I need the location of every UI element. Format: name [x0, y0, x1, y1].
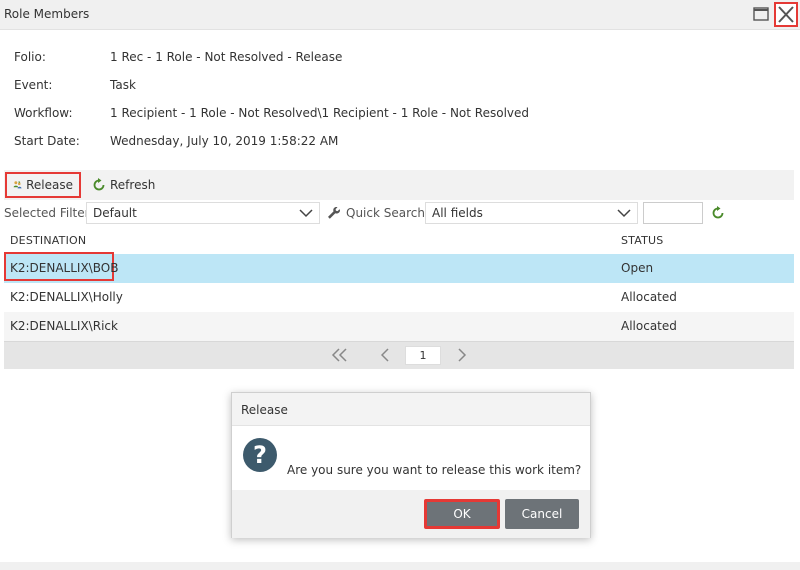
- next-page-icon[interactable]: [455, 347, 469, 363]
- window-title: Role Members: [4, 7, 90, 21]
- release-label: Release: [26, 178, 73, 192]
- event-label: Event:: [14, 78, 53, 92]
- close-button[interactable]: [774, 2, 798, 27]
- selected-filter-value: Default: [93, 206, 137, 220]
- destination-cell: K2:DENALLIX\Holly: [10, 290, 123, 304]
- ok-button[interactable]: OK: [424, 499, 500, 529]
- toolbar: Release Refresh: [4, 170, 794, 200]
- selected-filter-dropdown[interactable]: Default: [86, 202, 320, 224]
- dialog-titlebar: Release: [232, 393, 590, 426]
- status-cell: Allocated: [621, 319, 677, 333]
- destination-cell: K2:DENALLIX\BOB: [10, 261, 119, 275]
- release-button[interactable]: Release: [5, 172, 81, 198]
- wrench-icon: [328, 207, 340, 219]
- refresh-label: Refresh: [110, 178, 156, 192]
- table-row[interactable]: K2:DENALLIX\BOB Open: [4, 252, 794, 283]
- release-users-icon: [13, 181, 22, 189]
- quick-search-field-value: All fields: [432, 206, 483, 220]
- column-header-status[interactable]: STATUS: [621, 234, 663, 247]
- window-titlebar: Role Members: [0, 0, 800, 30]
- dialog-footer: OK Cancel: [232, 490, 590, 538]
- destination-cell: K2:DENALLIX\Rick: [10, 319, 118, 333]
- start-date-label: Start Date:: [14, 134, 80, 148]
- event-value: Task: [110, 78, 136, 92]
- folio-label: Folio:: [14, 50, 46, 64]
- chevron-down-icon: [617, 209, 631, 218]
- quick-search-input[interactable]: [643, 202, 703, 224]
- table-row[interactable]: K2:DENALLIX\Rick Allocated: [4, 312, 794, 341]
- selected-filter-label: Selected Filter:: [4, 206, 94, 220]
- release-confirm-dialog: Release ? Are you sure you want to relea…: [231, 392, 591, 538]
- dialog-title: Release: [241, 403, 288, 417]
- folio-value: 1 Rec - 1 Role - Not Resolved - Release: [110, 50, 343, 64]
- bottom-strip: [0, 562, 800, 570]
- svg-text:?: ?: [253, 441, 267, 469]
- workflow-value: 1 Recipient - 1 Role - Not Resolved\1 Re…: [110, 106, 530, 120]
- grid-header: DESTINATION STATUS: [4, 228, 794, 254]
- maximize-button[interactable]: [752, 5, 772, 25]
- close-icon: [778, 6, 794, 23]
- quick-search-field-dropdown[interactable]: All fields: [425, 202, 638, 224]
- filter-bar: Selected Filter: Default Quick Search: A…: [4, 202, 794, 226]
- search-refresh-icon[interactable]: [711, 206, 725, 220]
- refresh-button[interactable]: Refresh: [86, 172, 161, 198]
- status-cell: Allocated: [621, 290, 677, 304]
- question-icon: ?: [243, 438, 277, 472]
- first-page-icon[interactable]: [330, 347, 350, 363]
- table-row[interactable]: K2:DENALLIX\Holly Allocated: [4, 283, 794, 312]
- dialog-message: Are you sure you want to release this wo…: [287, 463, 582, 477]
- workflow-label: Workflow:: [14, 106, 73, 120]
- refresh-icon: [93, 178, 105, 191]
- previous-page-icon[interactable]: [378, 347, 392, 363]
- start-date-value: Wednesday, July 10, 2019 1:58:22 AM: [110, 134, 339, 148]
- grid-pager: 1: [4, 341, 794, 369]
- status-cell: Open: [621, 261, 654, 275]
- current-page-input[interactable]: 1: [405, 346, 441, 365]
- quick-search-label: Quick Search:: [346, 206, 430, 220]
- chevron-down-icon: [299, 209, 313, 218]
- cancel-button[interactable]: Cancel: [505, 499, 579, 529]
- column-header-destination[interactable]: DESTINATION: [10, 234, 86, 247]
- maximize-icon: [753, 7, 769, 21]
